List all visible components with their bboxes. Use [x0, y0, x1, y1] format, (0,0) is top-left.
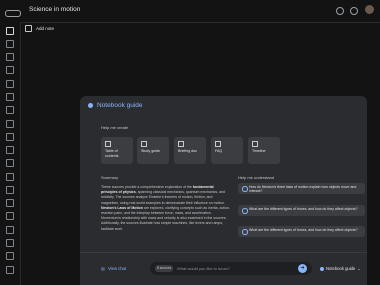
notebook-guide-title: Notebook guide [88, 102, 143, 109]
source-icon[interactable] [6, 66, 14, 74]
card-briefing-doc[interactable]: Briefing doc [174, 137, 206, 164]
source-icon[interactable] [6, 226, 14, 234]
source-icon[interactable] [6, 146, 14, 154]
faq-icon [215, 141, 221, 147]
divider [80, 252, 367, 253]
card-study-guide[interactable]: Study guide [137, 137, 169, 164]
settings-icon[interactable] [336, 7, 344, 15]
suggested-question[interactable]: What are the different types of forces, … [238, 226, 365, 237]
document-icon [105, 141, 111, 147]
source-icon[interactable] [6, 106, 14, 114]
sparkle-icon [88, 103, 93, 108]
share-icon[interactable] [350, 7, 358, 15]
question-text: What are the different types of forces, … [249, 207, 358, 211]
chat-input[interactable] [177, 265, 287, 272]
source-icon[interactable] [6, 266, 14, 274]
add-note-label: Add note [36, 26, 55, 31]
question-icon [242, 229, 248, 235]
chat-bar: 8 sources ➜ [150, 262, 312, 275]
card-label: Study guide [141, 149, 160, 153]
divider [20, 22, 380, 23]
source-icon[interactable] [6, 212, 14, 220]
add-source-icon[interactable] [6, 27, 14, 35]
help-me-understand-label: Help me understand [238, 175, 275, 180]
source-icon[interactable] [6, 159, 14, 167]
source-icon[interactable] [6, 53, 14, 61]
note-add-icon [25, 25, 32, 32]
chevron-down-icon: ⌄ [357, 266, 361, 271]
top-bar: Science in motion [0, 0, 380, 22]
source-icon[interactable] [6, 120, 14, 128]
avatar[interactable] [365, 5, 374, 14]
source-icon[interactable] [6, 199, 14, 207]
question-icon [242, 186, 248, 192]
source-icon[interactable] [6, 93, 14, 101]
chat-icon: ▤ [101, 266, 105, 271]
summary-text: These sources provide a comprehensive ex… [101, 185, 231, 231]
question-text: What are the different types of forces, … [249, 228, 358, 232]
view-chat-button[interactable]: ▤ View chat [101, 266, 126, 271]
card-label: Timeline [252, 149, 266, 153]
help-me-create-label: Help me create [101, 125, 129, 130]
suggested-question[interactable]: How do Newton's three laws of motion exp… [238, 183, 365, 194]
card-label: Briefing doc [178, 149, 197, 153]
source-icon[interactable] [6, 252, 14, 260]
card-label: FAQ [215, 149, 223, 153]
suggested-question[interactable]: What are the different types of forces, … [238, 205, 365, 216]
source-icon[interactable] [6, 80, 14, 88]
briefing-icon [178, 141, 184, 147]
send-icon[interactable]: ➜ [298, 264, 307, 273]
card-table-of-contents[interactable]: Table of contents [101, 137, 133, 164]
notebook-guide-button-label: Notebook guide [326, 266, 356, 271]
card-label: Table of contents [105, 149, 119, 158]
add-note-button[interactable]: Add note [25, 25, 54, 32]
app-logo[interactable] [5, 10, 21, 17]
view-chat-label: View chat [107, 266, 127, 271]
question-icon [242, 208, 248, 214]
source-icon[interactable] [6, 186, 14, 194]
source-count-badge[interactable]: 8 sources [155, 265, 174, 272]
source-icon[interactable] [6, 40, 14, 48]
source-icon[interactable] [6, 239, 14, 247]
source-icon[interactable] [6, 133, 14, 141]
notebook-title[interactable]: Science in motion [29, 6, 80, 13]
sidebar [0, 22, 21, 285]
timeline-icon [252, 141, 258, 147]
notebook-guide-title-text: Notebook guide [97, 102, 143, 109]
summary-label: Summary [101, 175, 119, 180]
card-faq[interactable]: FAQ [211, 137, 243, 164]
card-timeline[interactable]: Timeline [248, 137, 280, 164]
study-icon [141, 141, 147, 147]
sparkle-icon [320, 266, 324, 271]
notebook-guide-button[interactable]: Notebook guide ⌄ [320, 266, 361, 271]
question-text: How do Newton's three laws of motion exp… [249, 185, 357, 193]
source-icon[interactable] [6, 173, 14, 181]
